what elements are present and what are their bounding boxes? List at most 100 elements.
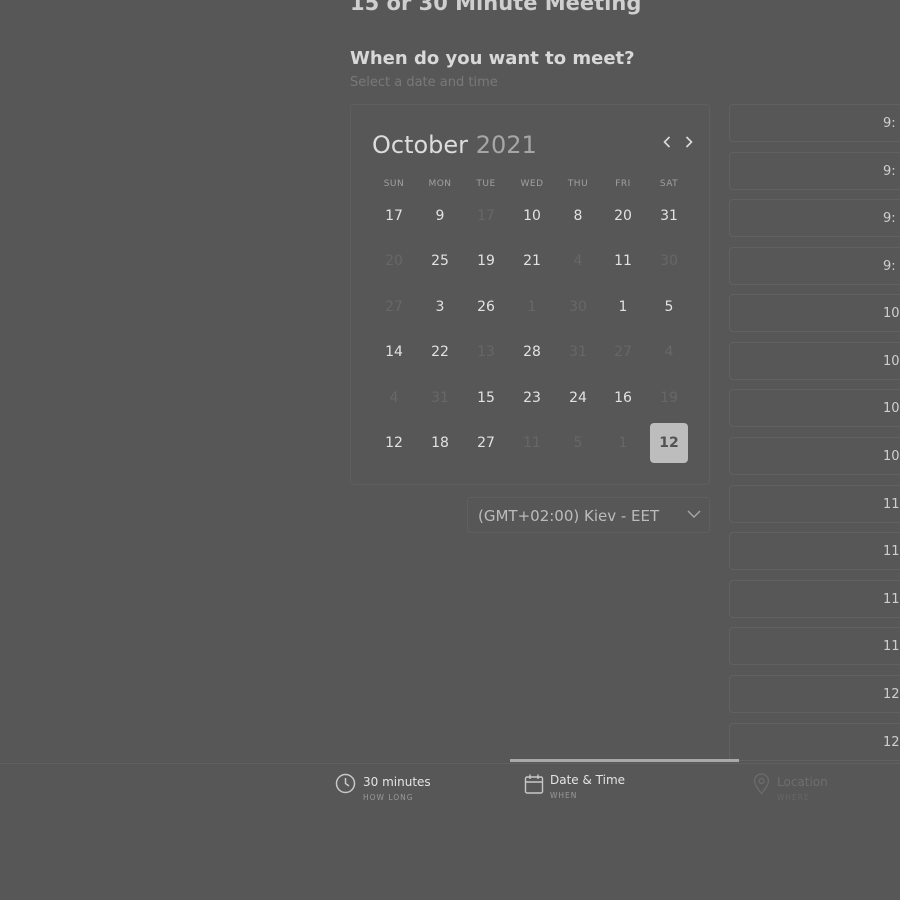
calendar-day[interactable]: 25 [421, 241, 459, 281]
calendar-day: 31 [431, 390, 449, 406]
calendar-day[interactable]: 21 [513, 241, 551, 281]
calendar-day[interactable]: 10 [513, 196, 551, 236]
calendar-day-selected[interactable]: 12 [650, 423, 688, 463]
time-slot-button[interactable]: 9: [729, 199, 900, 237]
time-slot-button[interactable]: 10: [729, 294, 900, 332]
time-slot-label: 9: [883, 116, 896, 131]
time-slot-button[interactable]: 9: [729, 247, 900, 285]
calendar-day: 30 [660, 253, 678, 269]
calendar-day[interactable]: 19 [467, 241, 505, 281]
calendar-day[interactable]: 1 [604, 287, 642, 327]
page-title: 15 or 30 Minute Meeting [350, 0, 642, 15]
time-slot-button[interactable]: 11: [729, 580, 900, 618]
time-slot-label: 11: [883, 639, 900, 654]
calendar-day[interactable]: 22 [421, 332, 459, 372]
time-slot-label: 12: [883, 687, 900, 702]
time-slot-label: 10: [883, 449, 900, 464]
calendar-day: 11 [523, 435, 541, 451]
calendar-day: 20 [385, 253, 403, 269]
calendar-day: 19 [660, 390, 678, 406]
time-slot-label: 11: [883, 592, 900, 607]
chevron-left-icon [663, 136, 671, 148]
calendar-day: 1 [527, 299, 537, 315]
calendar-day: 27 [385, 299, 403, 315]
time-slot-label: 12: [883, 735, 900, 750]
calendar-day: 4 [573, 253, 583, 269]
chevron-right-icon [685, 136, 693, 148]
time-slot-button[interactable]: 10: [729, 437, 900, 475]
calendar-icon [524, 774, 544, 794]
calendar-day: 31 [569, 344, 587, 360]
steps-divider [0, 763, 900, 764]
calendar-day[interactable]: 14 [375, 332, 413, 372]
active-step-indicator [510, 759, 739, 762]
calendar-day: 4 [664, 344, 674, 360]
time-slot-button[interactable]: 12: [729, 675, 900, 713]
calendar-day[interactable]: 17 [375, 196, 413, 236]
step-duration-label: 30 minutes [363, 775, 431, 789]
calendar-day[interactable]: 5 [650, 287, 688, 327]
location-pin-icon [753, 773, 770, 795]
calendar-day: 1 [618, 435, 628, 451]
calendar-day[interactable]: 3 [421, 287, 459, 327]
calendar-day[interactable]: 31 [650, 196, 688, 236]
step-duration-caption: HOW LONG [363, 793, 414, 802]
calendar-day: 30 [569, 299, 587, 315]
calendar-day[interactable]: 27 [467, 423, 505, 463]
calendar-month: October [372, 131, 469, 159]
calendar-day[interactable]: 15 [467, 378, 505, 418]
calendar-day[interactable]: 28 [513, 332, 551, 372]
time-slot-label: 9: [883, 211, 896, 226]
section-subheading: Select a date and time [350, 75, 498, 90]
calendar-day: 17 [477, 208, 495, 224]
time-slot-label: 10: [883, 306, 900, 321]
time-slot-label: 10: [883, 401, 900, 416]
clock-icon [335, 773, 356, 794]
calendar: October 2021 SUN MON TUE WED THU FRI SAT 17 9 17… [350, 104, 710, 485]
calendar-day[interactable]: 20 [604, 196, 642, 236]
calendar-day[interactable]: 9 [421, 196, 459, 236]
calendar-day: 4 [389, 390, 399, 406]
calendar-day[interactable]: 18 [421, 423, 459, 463]
time-slot-button[interactable]: 9: [729, 104, 900, 142]
step-location-caption: WHERE [777, 793, 810, 802]
timezone-select[interactable]: (GMT+02:00) Kiev - EET [467, 497, 710, 533]
calendar-day: 27 [614, 344, 632, 360]
weekday-label: SUN [383, 179, 405, 189]
weekday-label: FRI [615, 179, 631, 189]
previous-month-button[interactable] [661, 135, 673, 149]
calendar-year: 2021 [475, 131, 537, 159]
time-slot-button[interactable]: 11: [729, 485, 900, 523]
calendar-title: October 2021 [372, 131, 537, 159]
calendar-day[interactable]: 11 [604, 241, 642, 281]
step-location-label: Location [777, 775, 828, 789]
weekday-label: THU [567, 179, 589, 189]
calendar-day[interactable]: 26 [467, 287, 505, 327]
time-slot-label: 10: [883, 354, 900, 369]
next-month-button[interactable] [683, 135, 695, 149]
time-slot-label: 9: [883, 259, 896, 274]
section-heading: When do you want to meet? [350, 48, 635, 69]
calendar-day[interactable]: 23 [513, 378, 551, 418]
time-slot-button[interactable]: 9: [729, 152, 900, 190]
time-slot-button[interactable]: 11: [729, 532, 900, 570]
calendar-day: 13 [477, 344, 495, 360]
calendar-day: 5 [573, 435, 583, 451]
step-date-time-label: Date & Time [550, 773, 626, 787]
timezone-value: (GMT+02:00) Kiev - EET [478, 507, 660, 525]
time-slot-button[interactable]: 10: [729, 342, 900, 380]
weekday-label: MON [428, 179, 452, 189]
time-slot-label: 11: [883, 497, 900, 512]
weekday-label: TUE [476, 179, 496, 189]
calendar-day[interactable]: 8 [559, 196, 597, 236]
calendar-day[interactable]: 16 [604, 378, 642, 418]
time-slot-label: 11: [883, 544, 900, 559]
chevron-down-icon [687, 510, 701, 518]
time-slot-label: 9: [883, 164, 896, 179]
time-slot-button[interactable]: 12: [729, 723, 900, 761]
time-slot-button[interactable]: 11: [729, 627, 900, 665]
time-slot-button[interactable]: 10: [729, 389, 900, 427]
calendar-day[interactable]: 24 [559, 378, 597, 418]
weekday-label: SAT [659, 179, 679, 189]
calendar-day[interactable]: 12 [375, 423, 413, 463]
